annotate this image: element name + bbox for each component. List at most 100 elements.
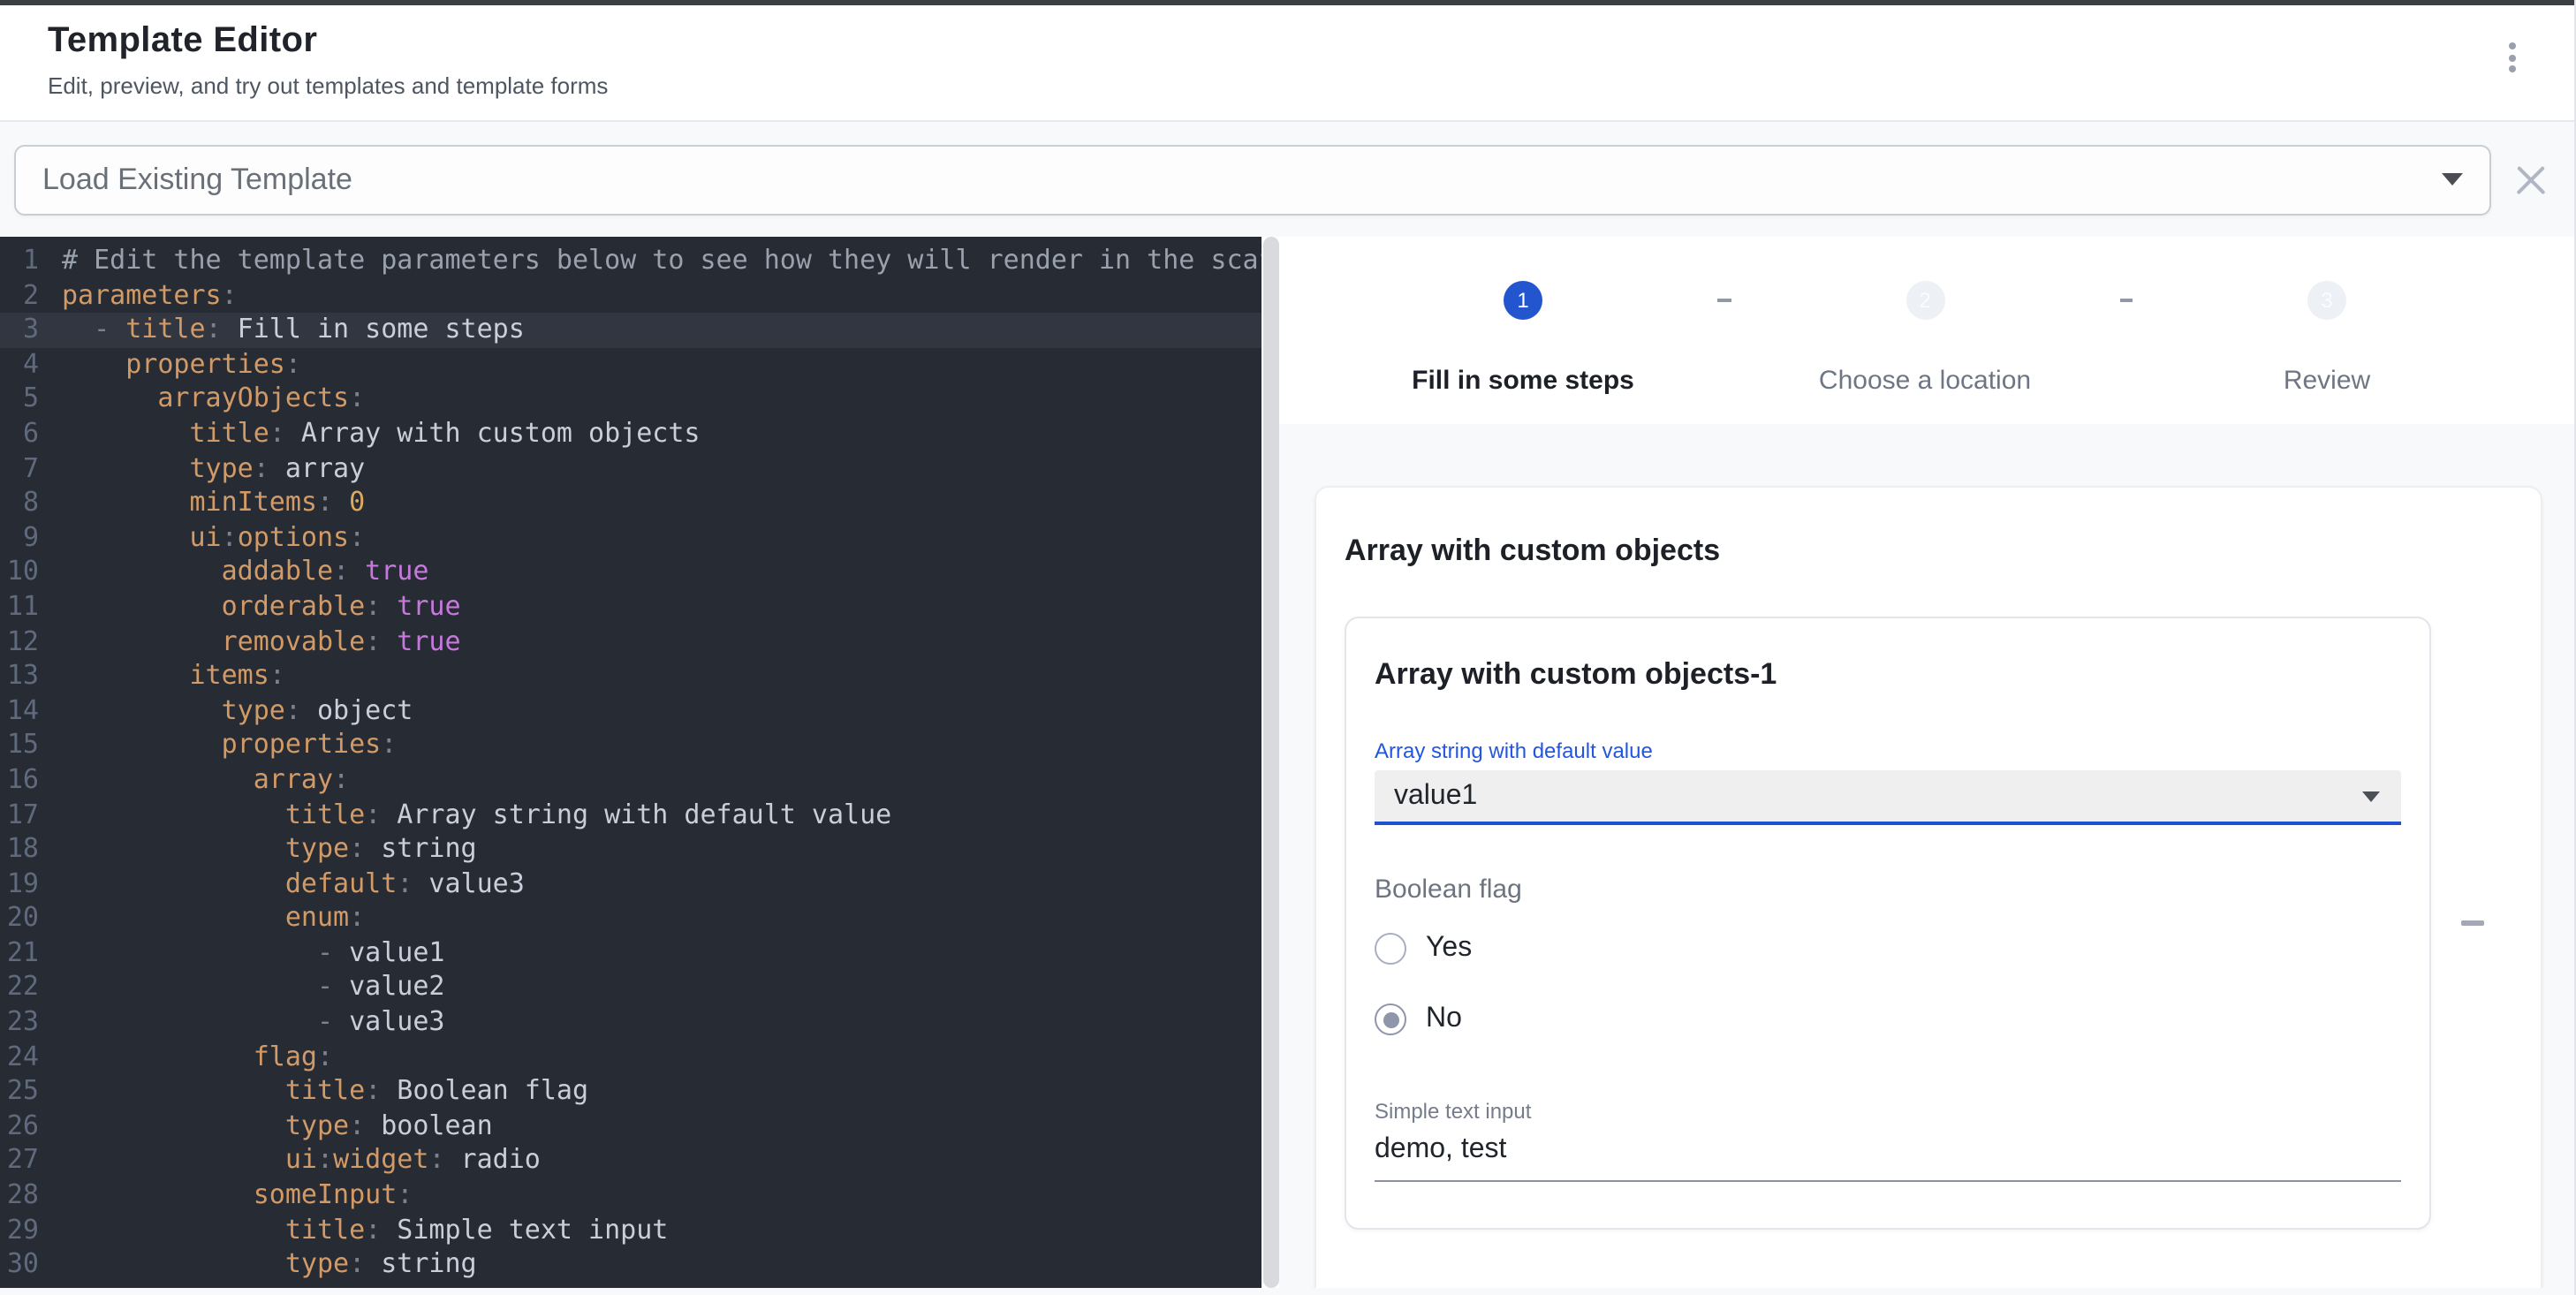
code-text: properties: <box>39 348 301 382</box>
code-text: type: object <box>39 693 413 728</box>
step-circle: 2 <box>1905 281 1944 320</box>
editor-line[interactable]: 7 type: array <box>0 451 1261 486</box>
remove-item-button[interactable] <box>2449 900 2495 946</box>
select-value: value1 <box>1394 780 1477 812</box>
code-text: type: string <box>39 832 477 867</box>
editor-line[interactable]: 21 - value1 <box>0 936 1261 971</box>
code-text: title: Simple text input <box>39 1213 668 1247</box>
editor-line[interactable]: 5 arrayObjects: <box>0 382 1261 417</box>
editor-line[interactable]: 17 title: Array string with default valu… <box>0 798 1261 832</box>
radio-option-label: No <box>1426 1003 1462 1035</box>
step-circle-cell: 1 <box>1329 281 1717 320</box>
editor-line[interactable]: 19 default: value3 <box>0 867 1261 901</box>
step-label: Choose a location <box>1819 366 2031 396</box>
editor-line[interactable]: 14 type: object <box>0 693 1261 728</box>
editor-line[interactable]: 26 type: boolean <box>0 1109 1261 1144</box>
line-number: 20 <box>0 902 39 936</box>
editor-line[interactable]: 9 ui:options: <box>0 521 1261 556</box>
line-number: 24 <box>0 1040 39 1074</box>
radio-option-label: Yes <box>1426 933 1472 965</box>
remove-item-column <box>2431 617 2512 1230</box>
editor-line[interactable]: 3 - title: Fill in some steps <box>0 313 1261 347</box>
step-circle: 1 <box>1504 281 1542 320</box>
wizard-stepper: 1 2 3 Fill in some steps Choose a location R… <box>1279 237 2574 424</box>
line-number: 19 <box>0 867 39 901</box>
editor-line[interactable]: 27 ui:widget: radio <box>0 1144 1261 1178</box>
editor-line[interactable]: 28 someInput: <box>0 1178 1261 1213</box>
close-icon[interactable] <box>2514 162 2549 197</box>
line-number: 17 <box>0 798 39 832</box>
line-number: 14 <box>0 693 39 728</box>
line-number: 16 <box>0 763 39 798</box>
code-text: title: Array with custom objects <box>39 417 701 451</box>
boolean-flag-radio-group: Yes No <box>1375 922 2401 1046</box>
editor-line[interactable]: 16 array: <box>0 763 1261 798</box>
line-number: 4 <box>0 348 39 382</box>
load-existing-template-select[interactable]: Load Existing Template <box>14 144 2491 215</box>
code-text: items: <box>39 659 285 693</box>
radio-option-no[interactable]: No <box>1375 993 2401 1046</box>
radio-group-label: Boolean flag <box>1375 875 2401 905</box>
line-number: 2 <box>0 278 39 313</box>
editor-line[interactable]: 1# Edit the template parameters below to… <box>0 244 1261 278</box>
line-number: 25 <box>0 1075 39 1109</box>
code-text: type: boolean <box>39 1109 493 1144</box>
simple-text-input[interactable]: demo, test <box>1375 1134 2401 1182</box>
code-text: - title: Fill in some steps <box>39 313 525 347</box>
array-string-select[interactable]: value1 <box>1375 770 2401 825</box>
scrollbar-thumb[interactable] <box>1262 237 1278 1288</box>
editor-line[interactable]: 11 orderable: true <box>0 590 1261 625</box>
yaml-code-editor[interactable]: 1# Edit the template parameters below to… <box>0 237 1261 1288</box>
line-number: 15 <box>0 729 39 763</box>
line-number: 28 <box>0 1178 39 1213</box>
line-number: 12 <box>0 625 39 659</box>
line-number: 22 <box>0 971 39 1005</box>
dropdown-caret-icon <box>2362 791 2380 801</box>
vertical-scrollbar[interactable] <box>1261 237 1279 1288</box>
editor-line[interactable]: 24 flag: <box>0 1040 1261 1074</box>
line-number: 27 <box>0 1144 39 1178</box>
array-item-card: Array with custom objects-1 Array string… <box>1345 617 2431 1230</box>
code-text: default: value3 <box>39 867 525 901</box>
editor-line[interactable]: 20 enum: <box>0 902 1261 936</box>
select-field-label: Array string with default value <box>1375 738 2401 763</box>
editor-line[interactable]: 29 title: Simple text input <box>0 1213 1261 1247</box>
line-number: 9 <box>0 521 39 556</box>
editor-line[interactable]: 13 items: <box>0 659 1261 693</box>
radio-unchecked-icon[interactable] <box>1375 933 1406 965</box>
code-text: title: Boolean flag <box>39 1075 588 1109</box>
step-label: Review <box>2284 366 2370 396</box>
editor-line[interactable]: 25 title: Boolean flag <box>0 1075 1261 1109</box>
editor-line[interactable]: 23 - value3 <box>0 1005 1261 1040</box>
form-preview-section: Array with custom objects Array with cus… <box>1279 424 2574 1288</box>
page-title: Template Editor <box>48 21 608 62</box>
line-number: 21 <box>0 936 39 971</box>
step-connector <box>2119 299 2133 302</box>
line-number: 5 <box>0 382 39 417</box>
code-text: type: array <box>39 451 365 486</box>
line-number: 7 <box>0 451 39 486</box>
code-text: array: <box>39 763 349 798</box>
header-text: Template Editor Edit, preview, and try o… <box>48 21 608 99</box>
editor-line[interactable]: 18 type: string <box>0 832 1261 867</box>
radio-option-yes[interactable]: Yes <box>1375 922 2401 975</box>
editor-line[interactable]: 22 - value2 <box>0 971 1261 1005</box>
editor-line[interactable]: 10 addable: true <box>0 556 1261 590</box>
editor-line[interactable]: 30 type: string <box>0 1247 1261 1282</box>
line-number: 23 <box>0 1005 39 1040</box>
editor-line[interactable]: 15 properties: <box>0 729 1261 763</box>
text-input-value: demo, test <box>1375 1134 1506 1164</box>
editor-line[interactable]: 4 properties: <box>0 348 1261 382</box>
editor-line[interactable]: 2parameters: <box>0 278 1261 313</box>
code-text: addable: true <box>39 556 428 590</box>
step-label-cell: Fill in some steps <box>1329 359 1717 396</box>
editor-line[interactable]: 12 removable: true <box>0 625 1261 659</box>
preview-panel: 1 2 3 Fill in some steps Choose a location R… <box>1279 237 2574 1288</box>
editor-line[interactable]: 6 title: Array with custom objects <box>0 417 1261 451</box>
kebab-menu-icon[interactable] <box>2498 21 2527 94</box>
step-circle-cell: 3 <box>2133 281 2521 320</box>
radio-checked-icon[interactable] <box>1375 1003 1406 1035</box>
stepper-circles-row: 1 2 3 <box>1329 281 2521 320</box>
stepper-labels-row: Fill in some steps Choose a location Revie… <box>1329 359 2521 396</box>
editor-line[interactable]: 8 minItems: 0 <box>0 486 1261 520</box>
